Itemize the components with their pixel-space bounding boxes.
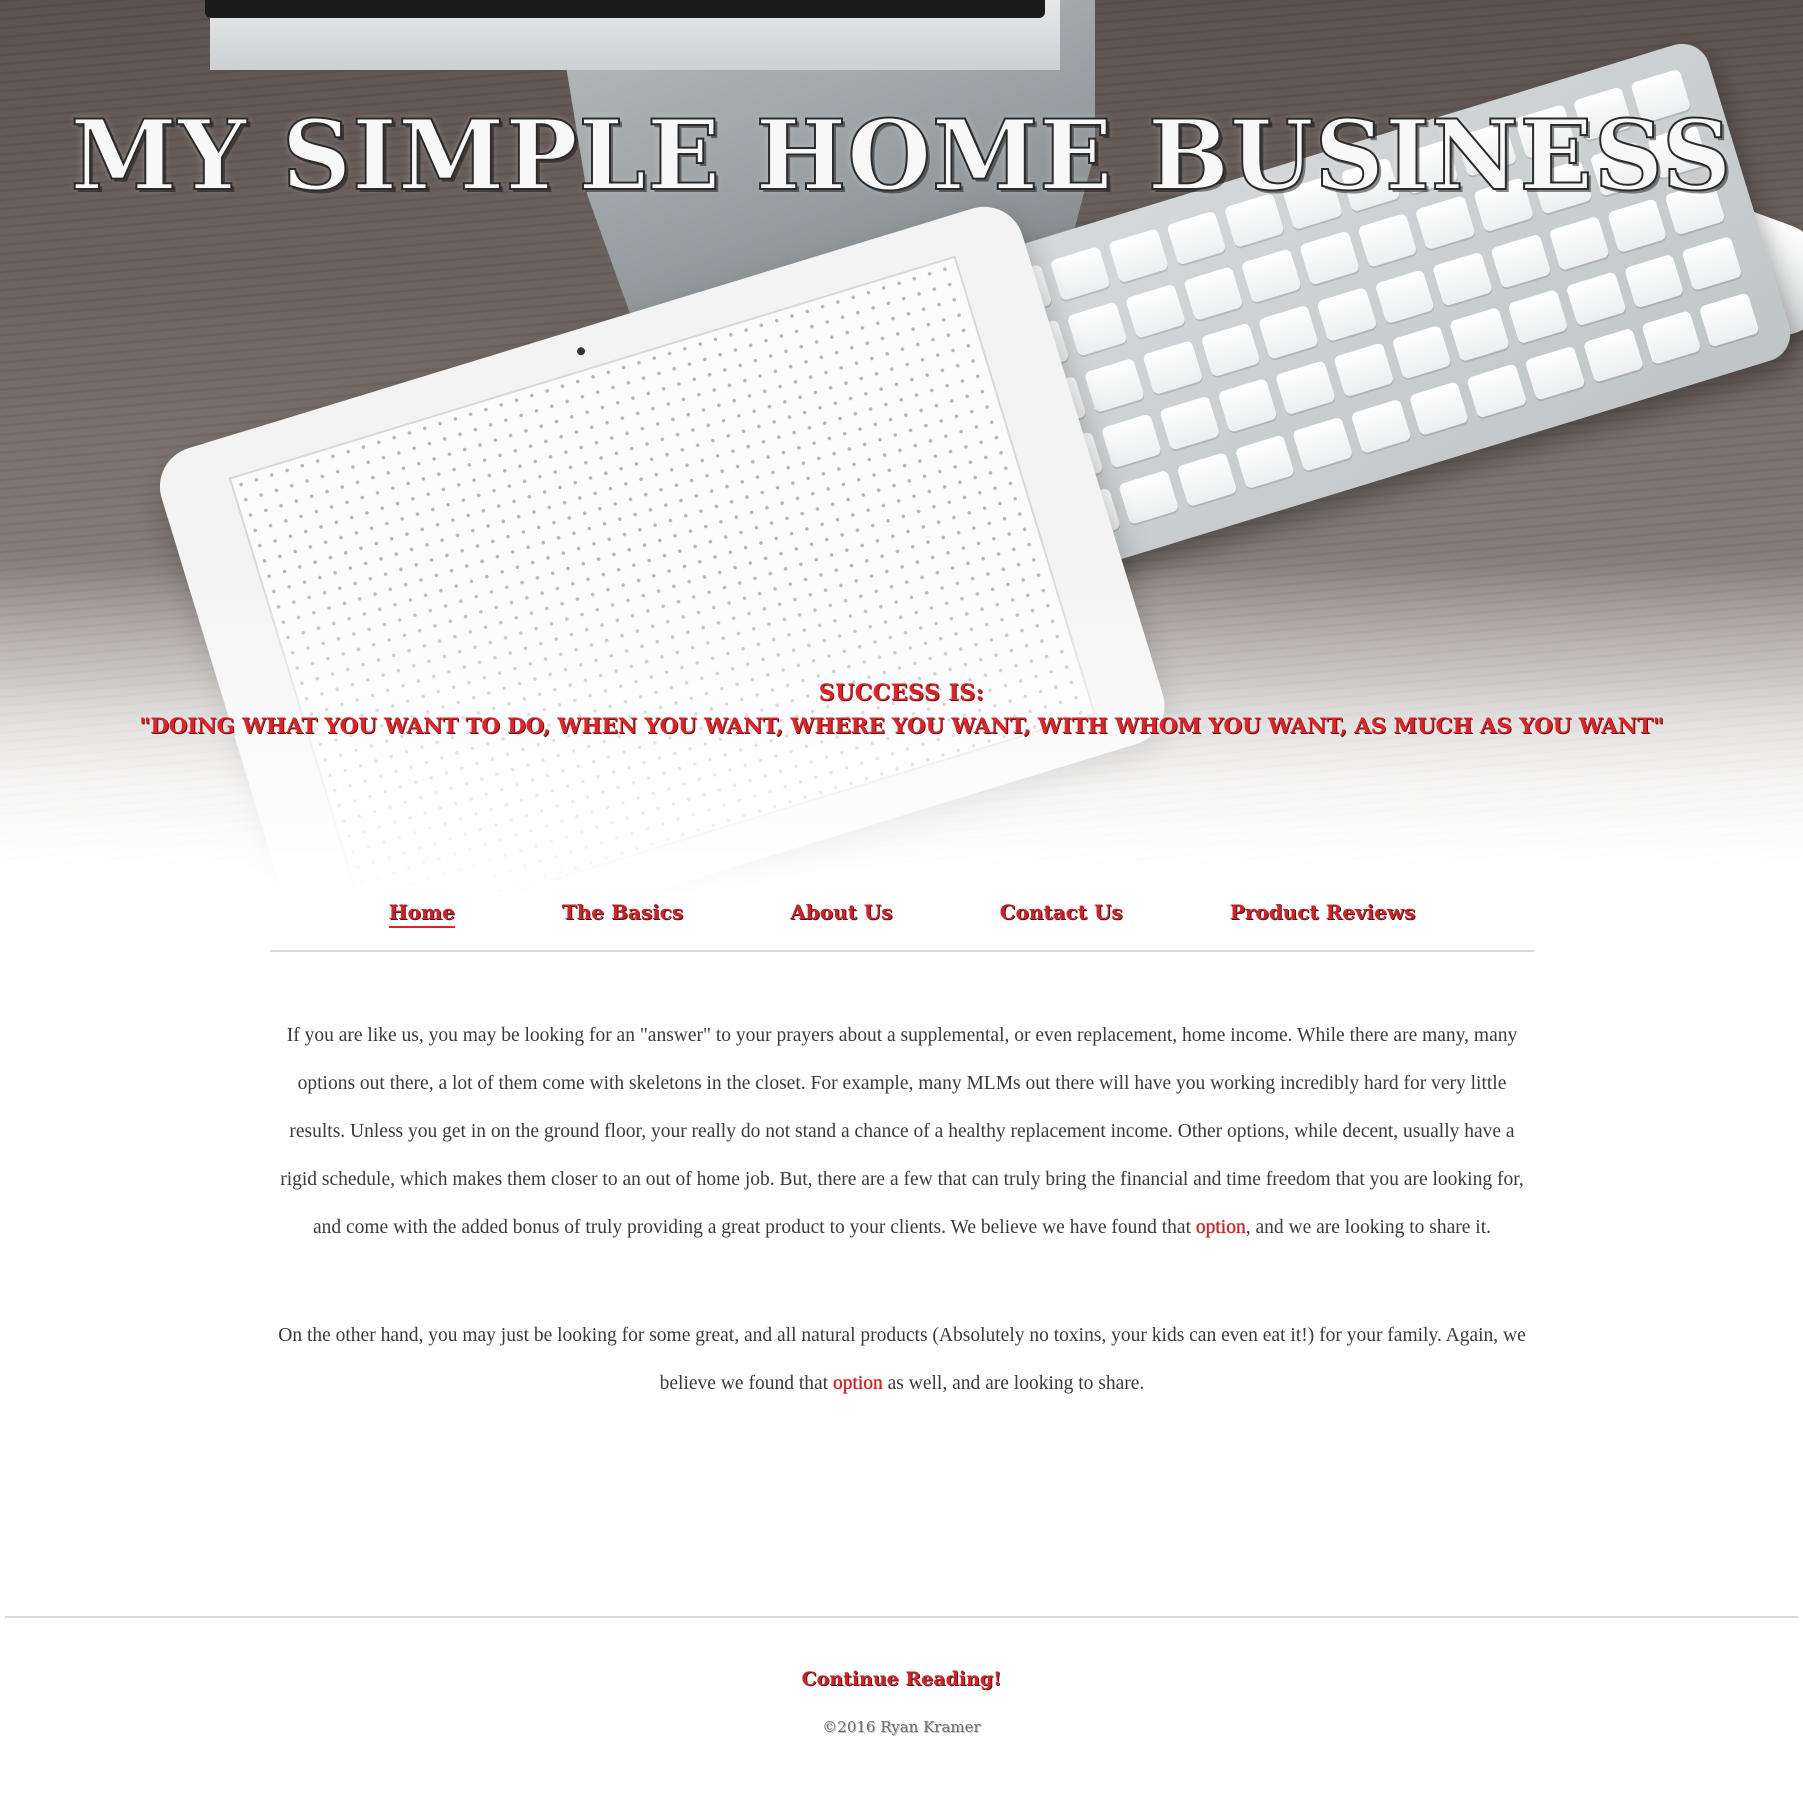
intro-paragraph: If you are like us, you may be looking f… xyxy=(270,1012,1534,1252)
keyboard-key xyxy=(1299,230,1360,286)
main-content: If you are like us, you may be looking f… xyxy=(270,1012,1534,1468)
keyboard-key xyxy=(1466,362,1528,418)
nav-item-product-reviews[interactable]: Product Reviews xyxy=(1230,896,1416,924)
keyboard-key xyxy=(1275,360,1337,416)
keyboard-key xyxy=(1316,286,1378,342)
keyboard-key xyxy=(1582,327,1644,383)
copyright-text: ©2016 Ryan Kramer xyxy=(822,1718,981,1736)
keyboard-key xyxy=(1623,253,1685,309)
keyboard-key xyxy=(1241,248,1302,304)
keyboard-key xyxy=(1234,433,1296,489)
keyboard-key xyxy=(1066,301,1128,357)
keyboard-key xyxy=(1084,357,1145,413)
products-paragraph-text-end: as well, and are looking to share. xyxy=(882,1373,1145,1394)
keyboard-key xyxy=(1350,398,1412,454)
keyboard-key xyxy=(1118,469,1179,525)
keyboard-key xyxy=(1125,284,1186,340)
keyboard-key xyxy=(1049,246,1111,302)
keyboard-key xyxy=(1681,236,1743,292)
footer-divider xyxy=(5,1616,1798,1618)
keyboard-key xyxy=(1507,289,1569,345)
intro-paragraph-text-end: , and we are looking to share it. xyxy=(1245,1217,1492,1238)
keyboard-key xyxy=(1107,228,1169,284)
main-navigation: Home The Basics About Us Contact Us Prod… xyxy=(270,896,1534,952)
keyboard-key xyxy=(1565,271,1627,327)
keyboard-key xyxy=(1142,340,1203,396)
keyboard-key xyxy=(1217,378,1279,434)
keyboard-key xyxy=(1101,413,1162,469)
keyboard-key xyxy=(1374,269,1436,325)
keyboard-key xyxy=(1333,342,1395,398)
tablet-camera xyxy=(576,346,587,357)
keyboard-key xyxy=(1357,213,1419,269)
keyboard-key xyxy=(1258,304,1319,360)
keyboard-key xyxy=(1449,307,1511,363)
keyboard-key xyxy=(1166,210,1227,266)
keyboard-key xyxy=(1183,266,1244,322)
keyboard-key xyxy=(1524,345,1586,401)
continue-reading-link[interactable]: Continue Reading! xyxy=(0,1668,1803,1690)
keyboard-key xyxy=(1490,233,1552,289)
keyboard-key xyxy=(1159,395,1220,451)
monitor-screen-image xyxy=(205,0,1045,18)
nav-item-the-basics[interactable]: The Basics xyxy=(562,896,683,924)
keyboard-key xyxy=(1408,380,1470,436)
hero-banner: MY SIMPLE HOME BUSINESS SUCCESS IS: "DOI… xyxy=(0,0,1803,905)
nav-item-about-us[interactable]: About Us xyxy=(790,896,892,924)
keyboard-key xyxy=(1698,291,1760,347)
nav-item-home[interactable]: Home xyxy=(388,896,455,928)
keyboard-key xyxy=(1176,451,1238,507)
keyboard-key xyxy=(1292,416,1354,472)
keyboard-key xyxy=(1640,309,1702,365)
option-link[interactable]: option xyxy=(1196,1217,1246,1238)
keyboard-key xyxy=(1200,322,1261,378)
keyboard-key xyxy=(1548,215,1610,271)
keyboard-key xyxy=(1391,324,1453,380)
nav-item-contact-us[interactable]: Contact Us xyxy=(1000,896,1123,924)
site-title: MY SIMPLE HOME BUSINESS xyxy=(70,99,1733,212)
option-link-products[interactable]: option xyxy=(833,1373,883,1394)
tagline-quote: "DOING WHAT YOU WANT TO DO, WHEN YOU WAN… xyxy=(139,714,1664,739)
intro-paragraph-text: If you are like us, you may be looking f… xyxy=(280,1025,1524,1238)
tagline-heading: SUCCESS IS: xyxy=(818,680,985,706)
keyboard-key xyxy=(1432,251,1494,307)
products-paragraph: On the other hand, you may just be looki… xyxy=(270,1312,1534,1408)
